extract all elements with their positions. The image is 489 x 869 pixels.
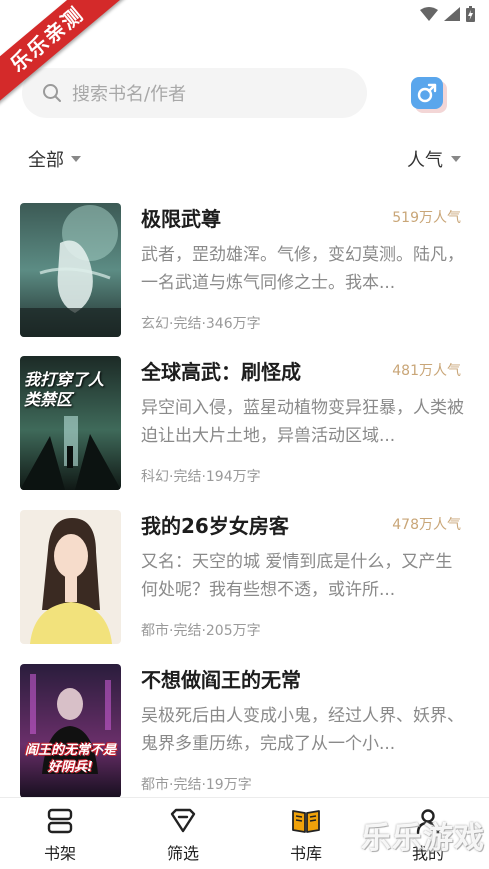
book-title: 不想做阎王的无常 [141,668,301,692]
status-icons [420,6,475,22]
book-list-item[interactable]: 极限武尊 519万人气 武者，罡劲雄浑。气修，变幻莫测。陆凡，一名武道与炼气同修… [20,203,469,337]
male-icon [417,83,437,103]
filter-icon [170,808,196,833]
battery-icon [466,6,475,22]
book-meta: 科幻·完结·194万字 [141,469,261,485]
book-title: 全球高武：刷怪成 [141,360,301,384]
book-cover-art-text: 我打穿了人类禁区 [24,370,105,409]
filter-row: 全部 人气 [0,140,489,176]
book-description: 武者，罡劲雄浑。气修，变幻莫测。陆凡，一名武道与炼气同修之士。我本... [141,245,464,293]
book-cover [20,203,121,337]
wifi-icon [420,7,438,21]
book-description: 异空间入侵，蓝星动植物变异狂暴，人类被迫让出大片土地，异兽活动区域... [141,398,464,446]
category-filter-dropdown[interactable]: 全部 [28,146,81,172]
book-meta: 都市·完结·205万字 [141,623,261,639]
nav-item-bookshelf[interactable]: 书架 [20,808,100,864]
nav-label: 筛选 [166,844,199,863]
book-meta: 玄幻·完结·346万字 [141,316,261,332]
book-list-item[interactable]: 我的26岁女房客 478万人气 又名：天空的城 爱情到底是什么，又产生何处呢？我… [20,510,469,644]
nav-label: 书库 [289,844,322,863]
nav-label: 书架 [43,844,76,863]
book-title: 我的26岁女房客 [141,514,289,538]
book-list-item[interactable]: 阎王的无常不是好阴兵! 不想做阎王的无常 吴极死后由人变成小鬼，经过人界、妖界、… [20,664,469,798]
book-title: 极限武尊 [141,207,221,231]
dropdown-arrow-icon [71,156,81,162]
book-popularity: 519万人气 [392,210,461,226]
bookshelf-icon [47,808,73,834]
book-popularity: 481万人气 [392,363,461,379]
book-list-item[interactable]: 我打穿了人类禁区 全球高武：刷怪成 481万人气 异空间入侵，蓝星动植物变异狂暴… [20,356,469,490]
category-filter-label: 全部 [28,150,64,171]
book-cover: 我打穿了人类禁区 [20,356,121,490]
book-description: 又名：天空的城 爱情到底是什么，又产生何处呢？我有些想不透，或许所... [141,552,453,600]
book-popularity: 478万人气 [392,517,461,533]
gender-toggle-button[interactable] [411,77,443,109]
book-cover: 阎王的无常不是好阴兵! [20,664,121,798]
book-meta: 都市·完结·19万字 [141,777,252,793]
nav-item-filter[interactable]: 筛选 [143,808,223,864]
book-cover-art-text: 阎王的无常不是好阴兵! [24,743,116,775]
nav-item-library[interactable]: 书库 [266,808,346,864]
dropdown-arrow-icon [451,156,461,162]
book-description: 吴极死后由人变成小鬼，经过人界、妖界、鬼界多重历练，完成了从一个小... [141,706,464,754]
bottom-nav: 书架 筛选 书库 我的 乐乐游戏 [0,797,489,869]
sort-dropdown[interactable]: 人气 [407,146,461,172]
sort-label: 人气 [407,150,443,171]
library-icon [292,810,320,833]
corner-badge: 乐乐亲测 [0,0,130,110]
corner-badge-text: 乐乐亲测 [0,0,130,110]
signal-icon [444,7,460,21]
watermark: 乐乐游戏 [361,821,485,856]
book-cover [20,510,121,644]
